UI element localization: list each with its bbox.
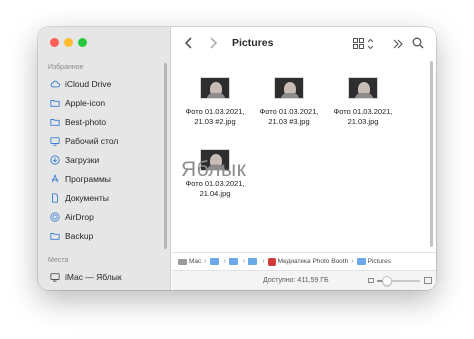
path-segment-label: Pictures — [367, 258, 392, 265]
cloud-icon — [49, 78, 60, 89]
path-segment[interactable]: Mac — [178, 258, 201, 265]
main-pane: Pictures Фото 01.03.2021, 21.03 #2.jpg Ф… — [172, 27, 436, 290]
photo-booth-icon — [267, 257, 276, 266]
drive-icon — [178, 258, 187, 265]
sidebar-item-best-photo[interactable]: Best-photo — [38, 112, 164, 131]
sidebar-item-applications[interactable]: Программы — [38, 169, 164, 188]
file-name-line: 21.03.jpg — [347, 117, 379, 126]
path-segment-label: Медиатека Photo Booth — [277, 258, 349, 265]
sidebar-item-label: AirDrop — [65, 211, 94, 222]
path-segment[interactable] — [248, 258, 259, 265]
view-mode-button[interactable] — [353, 38, 375, 50]
folder-icon — [49, 97, 60, 108]
folder-icon — [49, 116, 60, 127]
sidebar-item-downloads[interactable]: Загрузки — [38, 150, 164, 169]
file-item[interactable]: Фото 01.03.2021, 21.03.jpg — [323, 77, 403, 127]
path-segment[interactable]: Медиатека Photo Booth — [267, 257, 349, 266]
double-chevron-right-icon — [393, 39, 403, 49]
file-name-line: Фото 01.03.2021, — [333, 107, 393, 116]
sidebar-item-apple-icon[interactable]: Apple-icon — [38, 93, 164, 112]
traffic-lights — [50, 38, 87, 47]
finder-window: Избранное iCloud Drive Apple-icon Best-p… — [38, 27, 436, 290]
folder-icon — [356, 258, 366, 265]
places-section-label: Места — [48, 257, 69, 264]
back-button[interactable] — [184, 36, 194, 50]
imac-icon — [49, 271, 60, 282]
path-segment[interactable] — [228, 258, 240, 265]
sidebar: Избранное iCloud Drive Apple-icon Best-p… — [38, 27, 171, 290]
grid-view-icon — [353, 38, 374, 50]
favorites-list: iCloud Drive Apple-icon Best-photo Рабоч… — [38, 74, 164, 245]
icon-size-slider-knob[interactable] — [382, 276, 392, 286]
content-scrollbar[interactable] — [430, 61, 433, 247]
file-name-line: 21.04.jpg — [199, 189, 231, 198]
sidebar-item-documents[interactable]: Документы — [38, 188, 164, 207]
path-segment-label: Mac — [189, 258, 202, 265]
file-name-line: 21.03 #2.jpg — [194, 117, 236, 126]
sidebar-item-label: Документы — [65, 192, 109, 203]
download-icon — [49, 154, 60, 165]
file-name: Фото 01.03.2021, 21.03.jpg — [323, 107, 403, 127]
file-name: Фото 01.03.2021, 21.03 #2.jpg — [175, 107, 255, 127]
path-separator: › — [242, 258, 246, 265]
more-toolbar-button[interactable] — [392, 38, 404, 50]
file-item[interactable]: Фото 01.03.2021, 21.03 #2.jpg — [175, 77, 255, 127]
path-bar: Mac › › › › Медиатека Photo Booth › Pict… — [172, 252, 436, 270]
sidebar-item-imac[interactable]: iMac — Яблык — [38, 267, 164, 286]
file-name: Фото 01.03.2021, 21.03 #3.jpg — [249, 107, 329, 127]
minimize-button[interactable] — [64, 38, 73, 47]
path-separator: › — [204, 258, 207, 265]
image-thumbnail — [348, 77, 378, 99]
folder-icon — [248, 258, 258, 265]
file-item[interactable]: Фото 01.03.2021, 21.03 #3.jpg — [249, 77, 329, 127]
watermark-text: Яблык — [181, 158, 247, 181]
file-name-line: Фото 01.03.2021, — [259, 107, 319, 116]
sidebar-item-label: Рабочий стол — [65, 135, 119, 146]
file-name-line: Фото 01.03.2021, — [185, 107, 245, 116]
sidebar-item-label: Программы — [65, 173, 111, 184]
document-icon — [49, 192, 60, 203]
path-separator: › — [223, 258, 226, 265]
sidebar-item-airdrop[interactable]: AirDrop — [38, 207, 164, 226]
sidebar-item-backup[interactable]: Backup — [38, 226, 164, 245]
sidebar-scrollbar[interactable] — [164, 63, 167, 249]
airdrop-icon — [49, 211, 60, 222]
sidebar-item-label: iMac — Яблык — [65, 271, 122, 282]
image-thumbnail — [200, 77, 230, 99]
search-icon — [412, 37, 424, 49]
toolbar: Pictures — [172, 27, 436, 61]
small-icon-size-icon — [368, 278, 374, 283]
path-separator: › — [262, 258, 265, 265]
sidebar-item-icloud-drive[interactable]: iCloud Drive — [38, 74, 164, 93]
sidebar-item-desktop[interactable]: Рабочий стол — [38, 131, 164, 150]
window-title: Pictures — [232, 37, 274, 49]
apps-icon — [49, 173, 60, 184]
desktop-icon — [49, 135, 60, 146]
sidebar-item-label: iCloud Drive — [65, 78, 112, 89]
zoom-button[interactable] — [78, 38, 87, 47]
folder-icon — [209, 258, 219, 265]
chevron-left-icon — [184, 37, 192, 49]
folder-icon — [228, 258, 238, 265]
sidebar-item-label: Apple-icon — [65, 97, 106, 108]
available-space-text: Доступно: 411,59 ГБ — [263, 277, 329, 284]
image-thumbnail — [274, 77, 304, 99]
folder-icon — [49, 230, 60, 241]
path-segment[interactable]: Pictures — [356, 258, 392, 265]
status-bar: Доступно: 411,59 ГБ — [172, 270, 436, 290]
chevron-right-icon — [210, 37, 218, 49]
path-segment[interactable] — [209, 258, 221, 265]
search-button[interactable] — [412, 37, 424, 49]
favorites-section-label: Избранное — [48, 64, 84, 71]
forward-button[interactable] — [208, 36, 218, 50]
file-name: Фото 01.03.2021, 21.04.jpg — [175, 179, 255, 199]
file-name-line: 21.03 #3.jpg — [268, 117, 310, 126]
path-separator: › — [351, 258, 354, 265]
sidebar-item-label: Best-photo — [65, 116, 107, 127]
sidebar-item-label: Загрузки — [65, 154, 100, 165]
close-button[interactable] — [50, 38, 59, 47]
large-icon-size-icon — [424, 277, 432, 284]
places-list: iMac — Яблык — [38, 267, 164, 286]
sidebar-item-label: Backup — [65, 230, 94, 241]
